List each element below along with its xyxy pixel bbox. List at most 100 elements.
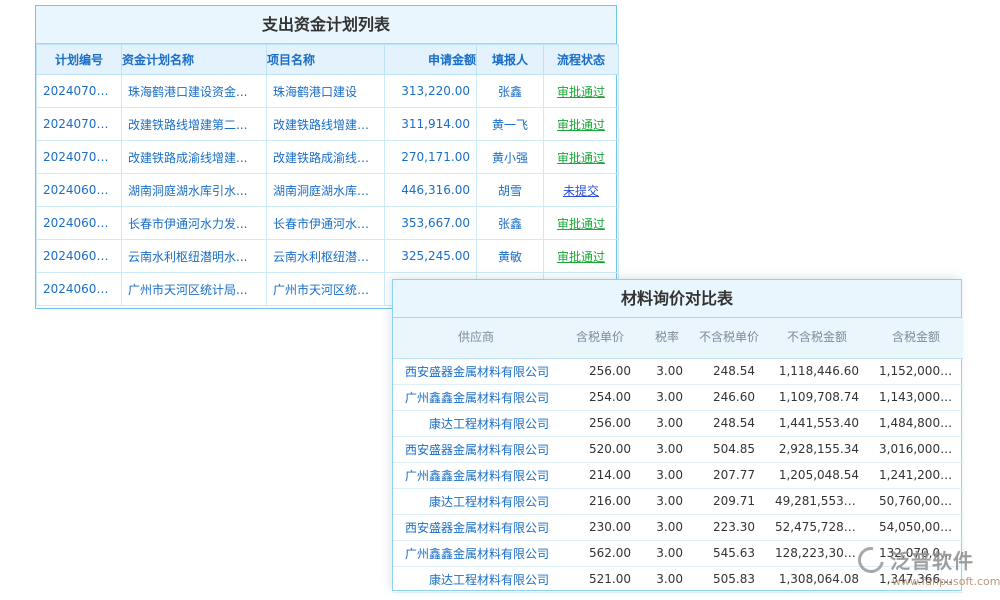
plan-cell-project: 湖南洞庭湖水库引... bbox=[267, 174, 385, 207]
plan-cell-project: 云南水利枢纽潜明... bbox=[267, 240, 385, 273]
plan-cell-plan: 长春市伊通河水力发... bbox=[122, 207, 267, 240]
quote-cell-supplier: 西安盛器金属材料有限公司 bbox=[393, 358, 559, 384]
quote-cell-amount-notax: 1,441,553.40 bbox=[765, 410, 869, 436]
plan-column-header: 申请金额 bbox=[385, 45, 477, 75]
plan-table-row[interactable]: 2024060011湖南洞庭湖水库引水...湖南洞庭湖水库引...446,316… bbox=[37, 174, 619, 207]
quote-cell-rate: 3.00 bbox=[641, 410, 693, 436]
plan-cell-status[interactable]: 审批通过 bbox=[544, 108, 619, 141]
quote-cell-amount-tax: 1,241,200.00 bbox=[869, 462, 963, 488]
status-link[interactable]: 未提交 bbox=[563, 184, 599, 198]
quote-cell-rate: 3.00 bbox=[641, 358, 693, 384]
quote-cell-amount-tax: 1,484,800.00 bbox=[869, 410, 963, 436]
plan-cell-amount: 313,220.00 bbox=[385, 75, 477, 108]
quote-cell-supplier: 康达工程材料有限公司 bbox=[393, 566, 559, 592]
quote-table-title: 材料询价对比表 bbox=[393, 280, 961, 318]
quote-cell-price-notax: 545.63 bbox=[693, 540, 765, 566]
quote-cell-price-notax: 248.54 bbox=[693, 358, 765, 384]
quote-table-row[interactable]: 康达工程材料有限公司216.003.00209.7149,281,553.405… bbox=[393, 488, 963, 514]
quote-table-row[interactable]: 西安盛器金属材料有限公司256.003.00248.541,118,446.60… bbox=[393, 358, 963, 384]
quote-cell-price-tax: 216.00 bbox=[559, 488, 641, 514]
quote-cell-amount-notax: 128,223,300.97 bbox=[765, 540, 869, 566]
quote-cell-supplier: 广州鑫鑫金属材料有限公司 bbox=[393, 384, 559, 410]
quote-cell-amount-tax: 1,152,000.00 bbox=[869, 358, 963, 384]
plan-cell-id: 2024070003 bbox=[37, 75, 122, 108]
quote-column-header: 含税单价 bbox=[559, 318, 641, 358]
plan-cell-plan: 珠海鹤港口建设资金... bbox=[122, 75, 267, 108]
plan-table-row[interactable]: 2024060010长春市伊通河水力发...长春市伊通河水力...353,667… bbox=[37, 207, 619, 240]
plan-column-header: 流程状态 bbox=[544, 45, 619, 75]
plan-table: 计划编号资金计划名称项目名称申请金额填报人流程状态 2024070003珠海鹤港… bbox=[36, 44, 619, 306]
plan-cell-amount: 446,316.00 bbox=[385, 174, 477, 207]
watermark-brand: 泛普软件 bbox=[890, 545, 974, 574]
plan-table-row[interactable]: 2024070002改建铁路线增建第二...改建铁路线增建第...311,914… bbox=[37, 108, 619, 141]
plan-cell-plan: 广州市天河区统计局... bbox=[122, 273, 267, 306]
quote-cell-amount-tax: 50,760,000.00 bbox=[869, 488, 963, 514]
plan-cell-plan: 改建铁路成渝线增建... bbox=[122, 141, 267, 174]
quote-cell-rate: 3.00 bbox=[641, 566, 693, 592]
quote-cell-amount-tax: 1,143,000.00 bbox=[869, 384, 963, 410]
plan-cell-id: 2024060010 bbox=[37, 207, 122, 240]
plan-table-row[interactable]: 2024070001改建铁路成渝线增建...改建铁路成渝线增...270,171… bbox=[37, 141, 619, 174]
quote-table-row[interactable]: 广州鑫鑫金属材料有限公司254.003.00246.601,109,708.74… bbox=[393, 384, 963, 410]
quote-cell-rate: 3.00 bbox=[641, 384, 693, 410]
quote-cell-supplier: 西安盛器金属材料有限公司 bbox=[393, 436, 559, 462]
plan-cell-person: 张鑫 bbox=[477, 75, 544, 108]
plan-cell-project: 广州市天河区统计... bbox=[267, 273, 385, 306]
plan-cell-person: 张鑫 bbox=[477, 207, 544, 240]
plan-cell-amount: 311,914.00 bbox=[385, 108, 477, 141]
plan-cell-id: 2024070002 bbox=[37, 108, 122, 141]
plan-cell-amount: 270,171.00 bbox=[385, 141, 477, 174]
quote-cell-price-tax: 256.00 bbox=[559, 410, 641, 436]
quote-cell-amount-tax: 54,050,000.00 bbox=[869, 514, 963, 540]
plan-cell-project: 珠海鹤港口建设 bbox=[267, 75, 385, 108]
status-link[interactable]: 审批通过 bbox=[557, 151, 605, 165]
quote-column-header: 含税金额 bbox=[869, 318, 963, 358]
plan-table-row[interactable]: 2024060009云南水利枢纽潜明水...云南水利枢纽潜明...325,245… bbox=[37, 240, 619, 273]
quote-cell-amount-notax: 1,308,064.08 bbox=[765, 566, 869, 592]
quote-table-row[interactable]: 西安盛器金属材料有限公司520.003.00504.852,928,155.34… bbox=[393, 436, 963, 462]
plan-cell-status[interactable]: 审批通过 bbox=[544, 240, 619, 273]
quote-column-header: 供应商 bbox=[393, 318, 559, 358]
quote-cell-price-tax: 256.00 bbox=[559, 358, 641, 384]
quote-table-row[interactable]: 广州鑫鑫金属材料有限公司214.003.00207.771,205,048.54… bbox=[393, 462, 963, 488]
quote-cell-price-notax: 505.83 bbox=[693, 566, 765, 592]
quote-column-header: 不含税金额 bbox=[765, 318, 869, 358]
quote-cell-supplier: 西安盛器金属材料有限公司 bbox=[393, 514, 559, 540]
quote-cell-amount-notax: 1,109,708.74 bbox=[765, 384, 869, 410]
plan-cell-person: 黄小强 bbox=[477, 141, 544, 174]
plan-cell-project: 改建铁路成渝线增... bbox=[267, 141, 385, 174]
quote-table-row[interactable]: 康达工程材料有限公司256.003.00248.541,441,553.401,… bbox=[393, 410, 963, 436]
quote-cell-supplier: 广州鑫鑫金属材料有限公司 bbox=[393, 462, 559, 488]
quote-cell-rate: 3.00 bbox=[641, 462, 693, 488]
status-link[interactable]: 审批通过 bbox=[557, 118, 605, 132]
plan-cell-status[interactable]: 审批通过 bbox=[544, 207, 619, 240]
plan-table-title: 支出资金计划列表 bbox=[36, 6, 616, 44]
quote-cell-price-notax: 248.54 bbox=[693, 410, 765, 436]
plan-cell-status[interactable]: 未提交 bbox=[544, 174, 619, 207]
plan-cell-plan: 改建铁路线增建第二... bbox=[122, 108, 267, 141]
quote-cell-amount-notax: 1,118,446.60 bbox=[765, 358, 869, 384]
plan-cell-status[interactable]: 审批通过 bbox=[544, 75, 619, 108]
quote-cell-supplier: 广州鑫鑫金属材料有限公司 bbox=[393, 540, 559, 566]
fanpu-watermark: 泛普软件 www.fanpusoft.com bbox=[858, 545, 1000, 588]
plan-table-row[interactable]: 2024070003珠海鹤港口建设资金...珠海鹤港口建设313,220.00张… bbox=[37, 75, 619, 108]
quote-cell-price-tax: 254.00 bbox=[559, 384, 641, 410]
status-link[interactable]: 审批通过 bbox=[557, 85, 605, 99]
plan-cell-project: 长春市伊通河水力... bbox=[267, 207, 385, 240]
plan-column-header: 填报人 bbox=[477, 45, 544, 75]
quote-cell-rate: 3.00 bbox=[641, 436, 693, 462]
quote-cell-amount-notax: 2,928,155.34 bbox=[765, 436, 869, 462]
quote-cell-amount-notax: 52,475,728.16 bbox=[765, 514, 869, 540]
plan-cell-status[interactable]: 审批通过 bbox=[544, 141, 619, 174]
plan-cell-amount: 353,667.00 bbox=[385, 207, 477, 240]
status-link[interactable]: 审批通过 bbox=[557, 217, 605, 231]
quote-cell-price-tax: 521.00 bbox=[559, 566, 641, 592]
quote-cell-rate: 3.00 bbox=[641, 540, 693, 566]
quote-cell-price-notax: 209.71 bbox=[693, 488, 765, 514]
quote-cell-supplier: 康达工程材料有限公司 bbox=[393, 410, 559, 436]
quote-table-row[interactable]: 西安盛器金属材料有限公司230.003.00223.3052,475,728.1… bbox=[393, 514, 963, 540]
status-link[interactable]: 审批通过 bbox=[557, 250, 605, 264]
plan-cell-plan: 云南水利枢纽潜明水... bbox=[122, 240, 267, 273]
plan-cell-project: 改建铁路线增建第... bbox=[267, 108, 385, 141]
plan-cell-id: 2024060009 bbox=[37, 240, 122, 273]
